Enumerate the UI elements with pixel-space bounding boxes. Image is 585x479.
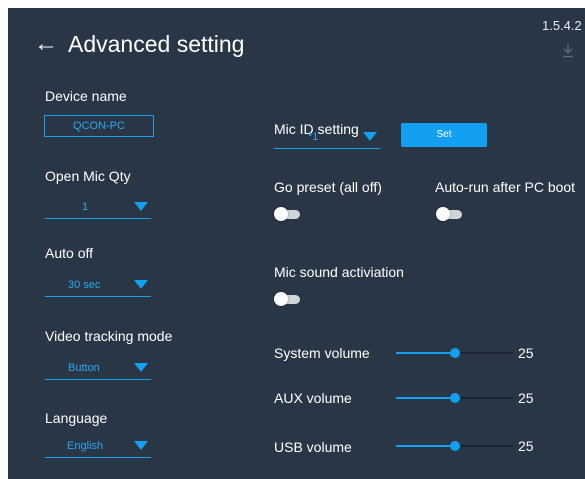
open-mic-qty-value: 1 <box>82 201 89 213</box>
auto-off-label: Auto off <box>45 245 94 261</box>
auto-off-select[interactable]: 30 sec <box>45 274 151 297</box>
mic-id-value: *1 <box>308 131 319 143</box>
system-volume-label: System volume <box>274 345 370 361</box>
language-select[interactable]: English <box>45 435 151 458</box>
slider-thumb[interactable] <box>449 441 460 451</box>
aux-volume-slider[interactable] <box>396 391 513 405</box>
open-mic-qty-select[interactable]: 1 <box>45 196 151 219</box>
device-name-label: Device name <box>45 88 127 104</box>
settings-panel: ← Advanced setting 1.5.4.2 Device name Q… <box>8 8 585 479</box>
usb-volume-value: 25 <box>518 438 534 454</box>
system-volume-slider[interactable] <box>396 346 513 360</box>
aux-volume-value: 25 <box>518 390 534 406</box>
triangle-down-icon <box>134 280 148 289</box>
triangle-down-icon <box>134 363 148 372</box>
mic-id-select[interactable]: *1 <box>274 126 380 149</box>
slider-thumb[interactable] <box>449 393 460 403</box>
toggle-knob <box>274 292 288 306</box>
system-volume-value: 25 <box>518 345 534 361</box>
auto-run-toggle[interactable] <box>436 207 464 221</box>
usb-volume-slider[interactable] <box>396 439 513 453</box>
set-button[interactable]: Set <box>401 123 487 147</box>
triangle-down-icon <box>134 441 148 450</box>
open-mic-qty-label: Open Mic Qty <box>45 168 131 184</box>
usb-volume-label: USB volume <box>274 439 352 455</box>
toggle-knob <box>436 207 450 221</box>
slider-thumb[interactable] <box>449 348 460 358</box>
slider-fill <box>396 397 455 399</box>
device-name-field[interactable]: QCON-PC <box>44 115 154 137</box>
aux-volume-label: AUX volume <box>274 390 352 406</box>
toggle-knob <box>274 207 288 221</box>
video-tracking-value: Button <box>68 362 100 374</box>
triangle-down-icon <box>363 132 377 141</box>
language-value: English <box>67 440 104 452</box>
video-tracking-label: Video tracking mode <box>45 328 173 344</box>
go-preset-toggle[interactable] <box>274 207 302 221</box>
mic-sound-label: Mic sound activiation <box>274 264 404 280</box>
auto-off-value: 30 sec <box>68 279 101 291</box>
video-tracking-select[interactable]: Button <box>45 357 151 380</box>
download-icon[interactable] <box>561 42 575 58</box>
triangle-down-icon <box>134 202 148 211</box>
page-title: Advanced setting <box>68 30 245 57</box>
slider-fill <box>396 445 455 447</box>
auto-run-label: Auto-run after PC boot <box>435 179 576 195</box>
mic-sound-toggle[interactable] <box>274 292 302 306</box>
language-label: Language <box>45 410 108 426</box>
page-header: ← Advanced setting <box>34 30 244 58</box>
go-preset-label: Go preset (all off) <box>274 179 382 195</box>
back-arrow-icon[interactable]: ← <box>34 30 58 58</box>
version-label: 1.5.4.2 <box>542 18 582 33</box>
slider-fill <box>396 352 455 354</box>
